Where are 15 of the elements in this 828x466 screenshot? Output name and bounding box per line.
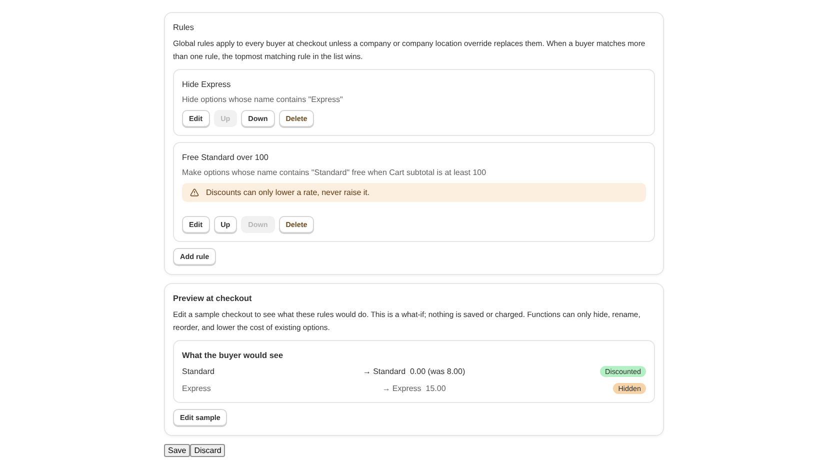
rule-name: Hide Express — [182, 80, 232, 89]
discard-button[interactable]: Discard — [190, 444, 226, 457]
warning-icon — [190, 188, 199, 197]
option-name: Standard — [182, 367, 216, 376]
section-title: Preview at checkout — [173, 294, 253, 303]
option-name: Express — [182, 384, 212, 393]
rule-name: Free Standard over 100 — [182, 153, 270, 162]
section-title: Rules — [173, 23, 195, 32]
option-result: → Express 15.00 — [382, 384, 446, 393]
rule-summary: Make options whose name contains "Standard" free when Cart subtotal is at least 100 — [182, 168, 488, 177]
save-button[interactable]: Save — [164, 444, 190, 457]
rule-summary: Hide options whose name contains "Express" — [182, 95, 344, 104]
option-result: → Standard 0.00 (was 8.00) — [362, 367, 466, 376]
result-title: What the buyer would see — [182, 351, 284, 360]
warning-text: Discounts can only lower a rate, never raise it. — [206, 188, 370, 197]
